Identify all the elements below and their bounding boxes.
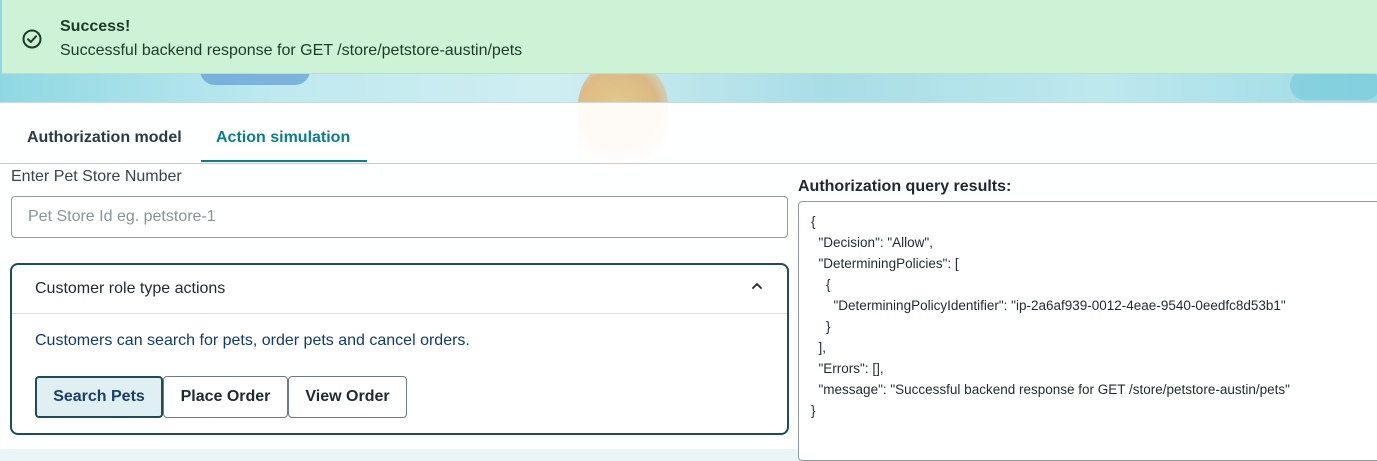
place-order-button[interactable]: Place Order [163, 376, 288, 418]
accordion-title: Customer role type actions [35, 280, 226, 297]
search-pets-button[interactable]: Search Pets [35, 376, 163, 418]
results-label: Authorization query results: [798, 178, 1012, 195]
store-number-input[interactable] [11, 196, 788, 238]
store-number-label: Enter Pet Store Number [11, 168, 182, 185]
active-tab-indicator [201, 160, 367, 162]
success-notification: Success! Successful backend response for… [2, 0, 1377, 74]
notification-title: Success! [60, 18, 131, 35]
tab-authorization-model[interactable]: Authorization model [27, 129, 182, 147]
chevron-up-icon[interactable] [750, 279, 764, 293]
accordion-header[interactable]: Customer role type actions [12, 265, 787, 314]
accordion-description: Customers can search for pets, order pet… [35, 332, 470, 349]
results-json-output: { "Decision": "Allow", "DeterminingPolic… [798, 201, 1377, 461]
background-decoration [1290, 70, 1377, 100]
tab-bar: Authorization model Action simulation [0, 103, 1377, 164]
notification-message: Successful backend response for GET /sto… [60, 42, 523, 59]
tab-action-simulation[interactable]: Action simulation [216, 129, 350, 147]
view-order-button[interactable]: View Order [288, 376, 407, 418]
check-circle-icon [22, 29, 42, 49]
customer-actions-accordion: Customer role type actions Customers can… [10, 263, 789, 435]
main-panel: Authorization model Action simulation En… [0, 102, 1377, 461]
